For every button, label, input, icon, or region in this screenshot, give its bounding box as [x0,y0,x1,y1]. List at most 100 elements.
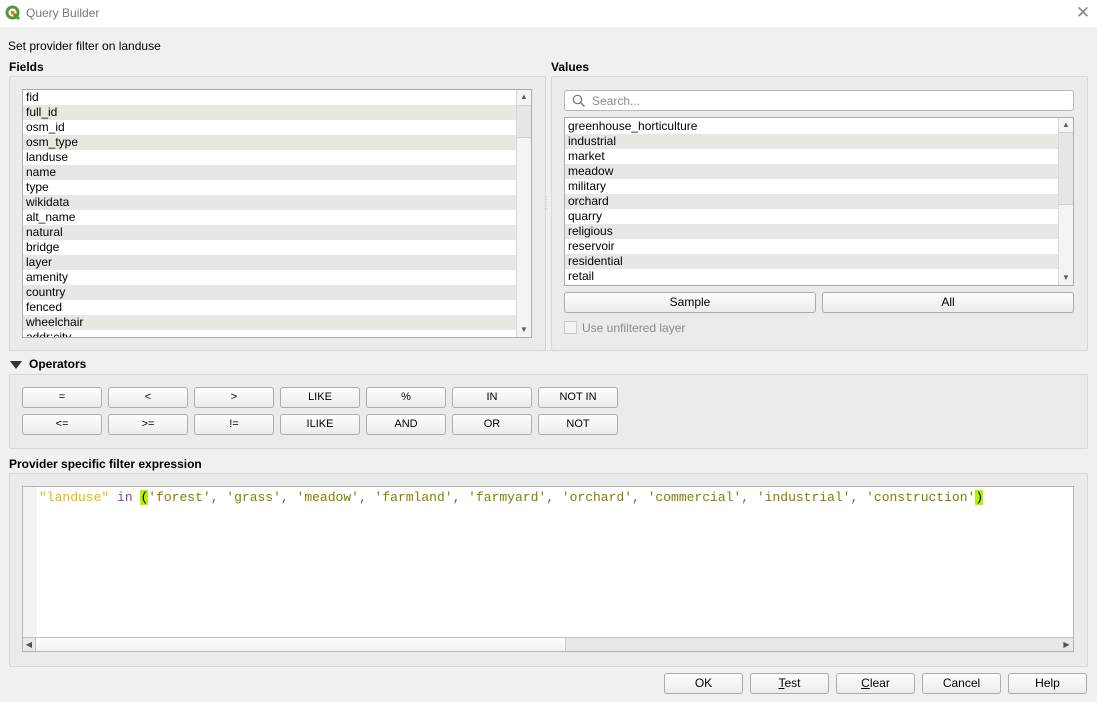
scrollbar-thumb[interactable] [1059,132,1073,205]
expression-token-str: 'commercial' [647,490,742,505]
field-list-item[interactable]: name [23,165,516,180]
value-list-item[interactable]: residential [565,254,1058,269]
scroll-up-arrow-icon[interactable]: ▲ [1059,118,1073,132]
operator-button[interactable]: AND [366,414,446,435]
checkbox-box[interactable] [564,321,577,334]
ok-button[interactable]: OK [664,673,743,694]
expression-token-punc: , [632,490,648,505]
value-list-item[interactable]: retail [565,269,1058,284]
operator-button[interactable]: <= [22,414,102,435]
values-search-input[interactable] [592,93,1062,108]
scrollbar-thumb[interactable] [517,105,531,138]
operator-button[interactable]: = [22,387,102,408]
clear-button-label: Clear [861,676,890,690]
field-list-item[interactable]: bridge [23,240,516,255]
values-scrollbar[interactable]: ▲ ▼ [1058,118,1073,285]
sample-button[interactable]: Sample [564,292,816,313]
expression-token-str: 'orchard' [561,490,633,505]
fields-list[interactable]: fid full_id osm_id osm_type landuse name type w… [22,89,532,338]
field-list-item[interactable]: type [23,180,516,195]
expression-token-str: 'forest' [148,490,211,505]
operator-button[interactable]: NOT IN [538,387,618,408]
vertical-splitter-handle[interactable]: · · · · · [545,193,548,213]
value-list-item[interactable]: religious [565,224,1058,239]
value-list-item[interactable]: industrial [565,134,1058,149]
operator-button[interactable]: NOT [538,414,618,435]
value-list-item[interactable]: reservoir [565,239,1058,254]
field-list-item[interactable]: osm_type [23,135,516,150]
expression-code[interactable]: "landuse" in ('forest', 'grass', 'meadow… [39,490,984,505]
test-button-label: Test [778,676,801,690]
operator-button[interactable]: > [194,387,274,408]
operator-button[interactable]: < [108,387,188,408]
scroll-right-arrow-icon[interactable]: ▶ [1060,638,1073,651]
field-list-item[interactable]: amenity [23,270,516,285]
values-search-field[interactable] [564,90,1074,111]
field-list-item[interactable]: osm_id [23,120,516,135]
all-button[interactable]: All [822,292,1074,313]
collapse-triangle-icon[interactable] [10,361,22,369]
field-list-item[interactable]: landuse [23,150,516,165]
value-list-item[interactable]: orchard [565,194,1058,209]
operator-button[interactable]: >= [108,414,188,435]
scroll-left-arrow-icon[interactable]: ◀ [23,638,36,651]
field-list-item[interactable]: fid [23,90,516,105]
field-list-item[interactable]: addr:city [23,330,516,337]
operator-button[interactable]: != [194,414,274,435]
qgis-logo-icon [5,5,21,21]
scroll-down-arrow-icon[interactable]: ▼ [517,323,531,337]
expression-label: Provider specific filter expression [9,457,202,471]
horizontal-splitter-handle[interactable]: ······ [541,346,557,355]
field-list-item[interactable]: wheelchair [23,315,516,330]
use-unfiltered-layer-label: Use unfiltered layer [582,321,686,335]
expression-token-str: 'industrial' [756,490,851,505]
expression-token-punc: , [546,490,562,505]
operator-button[interactable]: OR [452,414,532,435]
filter-expression-editor[interactable]: "landuse" in ('forest', 'grass', 'meadow… [22,486,1074,652]
cancel-button[interactable]: Cancel [922,673,1001,694]
operator-button[interactable]: % [366,387,446,408]
field-list-item[interactable]: alt_name [23,210,516,225]
search-icon [572,94,585,107]
expression-token-str: 'meadow' [296,490,359,505]
field-list-item[interactable]: natural [23,225,516,240]
operators-label: Operators [29,357,87,371]
value-list-item[interactable]: quarry [565,209,1058,224]
field-list-item[interactable]: country [23,285,516,300]
expression-token-punc: , [850,490,867,505]
close-button[interactable]: ✕ [1072,3,1094,23]
fields-scrollbar[interactable]: ▲ ▼ [516,90,531,337]
expression-token-str: 'construction' [866,490,976,505]
close-icon: ✕ [1075,3,1091,22]
operator-button[interactable]: ILIKE [280,414,360,435]
expression-token-punc: , [210,490,227,505]
window-title: Query Builder [26,6,100,20]
operator-button[interactable]: LIKE [280,387,360,408]
scrollbar-thumb[interactable] [36,638,566,651]
operator-button[interactable]: IN [452,387,532,408]
field-list-item[interactable]: full_id [23,105,516,120]
scroll-down-arrow-icon[interactable]: ▼ [1059,271,1073,285]
values-list[interactable]: greenhouse_horticulture industrial market m… [564,117,1074,286]
field-list-item[interactable]: fenced [23,300,516,315]
fields-label: Fields [9,60,44,74]
expression-token-punc: , [358,490,375,505]
field-list-item[interactable]: wikidata [23,195,516,210]
dialog-subtitle: Set provider filter on landuse [8,39,161,53]
values-label: Values [551,60,590,74]
value-list-item[interactable]: market [565,149,1058,164]
editor-horizontal-scrollbar[interactable]: ◀ ▶ [23,637,1073,651]
clear-button[interactable]: Clear [836,673,915,694]
value-list-item[interactable]: greenhouse_horticulture [565,119,1058,134]
expression-token-punc: , [280,490,297,505]
field-list-item[interactable]: layer [23,255,516,270]
expression-token-str: 'grass' [226,490,281,505]
scroll-up-arrow-icon[interactable]: ▲ [517,90,531,104]
operators-group [9,374,1088,449]
help-button[interactable]: Help [1008,673,1087,694]
test-button[interactable]: Test [750,673,829,694]
value-list-item[interactable]: military [565,179,1058,194]
value-list-item[interactable]: meadow [565,164,1058,179]
expression-token-str: 'farmyard' [468,490,547,505]
editor-gutter [23,487,37,638]
